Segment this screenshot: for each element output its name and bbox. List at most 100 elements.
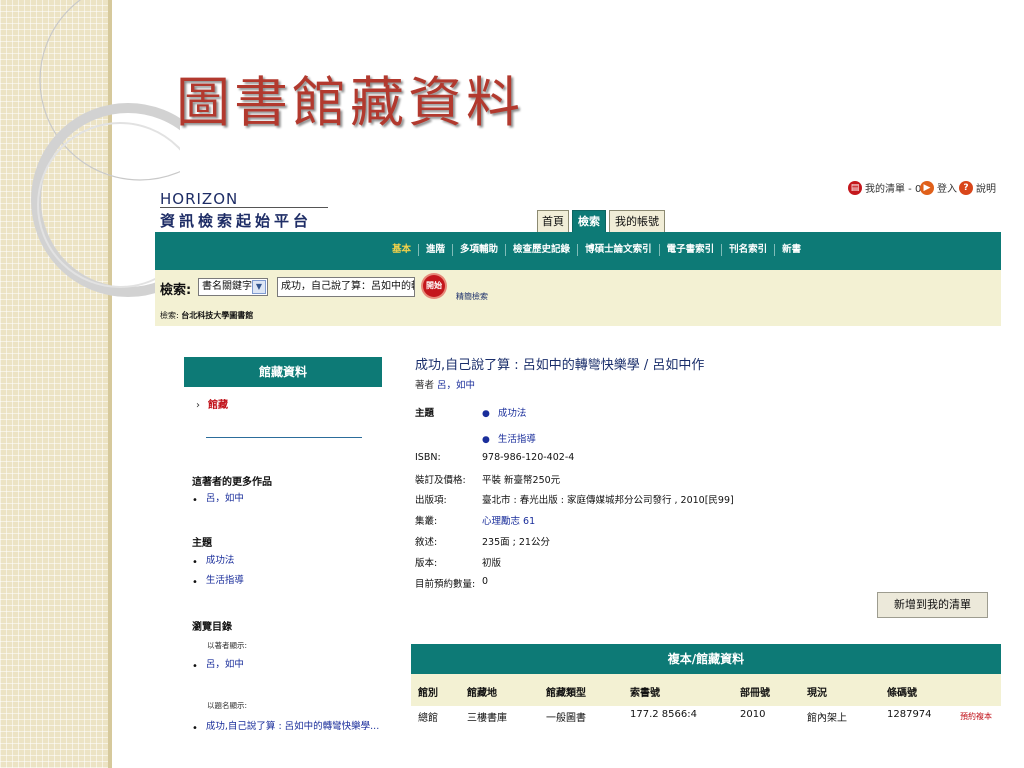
help-icon: ? <box>959 180 973 195</box>
by-title-note: 以題名顯示: <box>207 701 248 710</box>
add-to-my-list-button[interactable]: 新增到我的清單 <box>877 592 988 618</box>
bullet-icon: • <box>192 576 198 588</box>
library-scope-prefix: 檢索: <box>160 311 179 320</box>
search-field-select[interactable]: 書名關鍵字 ▼ <box>198 278 268 296</box>
tab-my-account[interactable]: 我的帳號 <box>609 210 665 232</box>
isbn-label: ISBN: <box>415 452 441 463</box>
nav-search-history[interactable]: 檢查歷史記錄 <box>505 244 577 256</box>
simple-search-link[interactable]: 精簡檢索 <box>456 291 488 302</box>
edition-value: 初版 <box>482 558 502 569</box>
go-button[interactable]: 開始 <box>423 275 445 297</box>
nav-advanced[interactable]: 進階 <box>418 244 452 256</box>
cell-volume: 2010 <box>740 709 766 720</box>
logo-underline <box>160 207 328 208</box>
subject-label-1: 成功法 <box>205 555 235 566</box>
series-link[interactable]: 心理勵志 61 <box>482 513 535 527</box>
search-field-value: 書名關鍵字 <box>202 281 252 292</box>
edition-label: 版本: <box>415 558 438 569</box>
login-link[interactable]: ▶ 登入 <box>920 180 957 195</box>
col-status: 現況 <box>807 688 827 699</box>
bullet-icon: • <box>192 722 198 733</box>
tab-home[interactable]: 首頁 <box>537 210 569 232</box>
bullet-icon: ● <box>482 409 490 419</box>
browse-author-link[interactable]: • 呂，如中 <box>192 656 244 672</box>
record-author: 著者 呂，如中 <box>415 377 475 391</box>
holds-count-label: 目前預約數量: <box>415 579 476 590</box>
decor-circle-1 <box>39 0 180 181</box>
nav-multi-aid[interactable]: 多項輔助 <box>452 244 505 256</box>
by-author-note: 以著者顯示: <box>207 641 248 650</box>
nav-new-books[interactable]: 新書 <box>774 244 808 256</box>
publication-value: 臺北市 : 春光出版 : 家庭傳媒城邦分公司發行 , 2010[民99] <box>482 495 734 506</box>
slide-title: 圖書館藏資料 <box>176 71 524 134</box>
cell-type: 一般圖書 <box>546 713 586 724</box>
binding-price-label: 裝訂及價格: <box>415 475 466 486</box>
browse-title-link[interactable]: • 成功,自己說了算 : 呂如中的轉彎快樂學... <box>192 718 388 732</box>
cell-barcode: 1287974 <box>887 709 932 720</box>
series-label: 集叢: <box>415 516 438 527</box>
subject-heading: 主題 <box>192 538 212 549</box>
bullet-icon: • <box>192 494 198 506</box>
binding-price-value: 平裝 新臺幣250元 <box>482 475 561 486</box>
description-label: 敘述: <box>415 537 438 548</box>
library-scope: 檢索: 台北科技大學圖書館 <box>160 310 253 321</box>
subject-field-label: 主題 <box>415 408 435 419</box>
more-works-heading: 這著者的更多作品 <box>192 477 272 488</box>
nav-journal-index[interactable]: 刊名索引 <box>721 244 774 256</box>
help-link[interactable]: ? 說明 <box>959 180 996 195</box>
login-label: 登入 <box>937 184 957 195</box>
record-subject-link-2[interactable]: ● 生活指導 <box>482 431 536 445</box>
cell-branch: 總館 <box>418 713 438 724</box>
copies-table-title: 複本/館藏資料 <box>411 644 1001 674</box>
record-title: 成功,自己說了算 : 呂如中的轉彎快樂學 / 呂如中作 <box>415 358 705 373</box>
subject-link-2[interactable]: • 生活指導 <box>192 572 244 588</box>
reserve-copy-link[interactable]: 預約複本 <box>960 711 992 722</box>
holds-count-value: 0 <box>482 576 489 587</box>
description-value: 235面 ; 21公分 <box>482 537 550 548</box>
more-works-item[interactable]: • 呂，如中 <box>192 490 244 506</box>
browse-heading: 瀏覽目錄 <box>192 622 232 633</box>
library-name: 台北科技大學圖書館 <box>181 311 254 320</box>
col-volume: 部冊號 <box>740 688 770 699</box>
subject-link-1[interactable]: • 成功法 <box>192 552 235 568</box>
cell-call-number: 177.2 8566:4 <box>630 709 697 720</box>
panel-divider <box>206 437 362 438</box>
tab-search[interactable]: 檢索 <box>572 210 606 232</box>
nav-ebook-index[interactable]: 電子書索引 <box>658 244 722 256</box>
holdings-panel-title: 館藏資料 <box>184 357 382 387</box>
col-type: 館藏類型 <box>546 688 586 699</box>
nav-thesis-index[interactable]: 博碩士論文索引 <box>577 244 659 256</box>
logo-horizon: HORIZON <box>160 190 239 208</box>
table-row: 總館 三樓書庫 一般圖書 177.2 8566:4 2010 館內架上 1287… <box>411 706 1001 726</box>
nav-basic[interactable]: 基本 <box>385 244 418 256</box>
cell-status: 館內架上 <box>807 713 847 724</box>
copies-header-row: 館別 館藏地 館藏類型 索書號 部冊號 現況 條碼號 <box>411 674 1001 706</box>
record-author-label: 著者 <box>415 380 435 391</box>
my-list-link[interactable]: ▤ 我的清單 - 0 <box>848 180 921 195</box>
nav-links: 基本 進階 多項輔助 檢查歷史記錄 博碩士論文索引 電子書索引 刊名索引 新書 <box>385 244 808 256</box>
help-label: 說明 <box>976 184 996 195</box>
play-arrow-icon: ▶ <box>920 180 934 195</box>
record-subject-link-1[interactable]: ● 成功法 <box>482 405 526 419</box>
browse-title-label: 成功,自己說了算 : 呂如中的轉彎快樂學... <box>205 721 380 732</box>
browse-author-label: 呂，如中 <box>205 659 244 670</box>
my-list-label: 我的清單 - 0 <box>865 184 922 195</box>
isbn-value: 978-986-120-402-4 <box>482 452 575 463</box>
bullet-icon: ● <box>482 435 490 445</box>
col-branch: 館別 <box>418 688 438 699</box>
search-input[interactable]: 成功，自己說了算：呂如中的轉彎快樂學 <box>277 277 415 297</box>
bullet-icon: • <box>192 556 198 568</box>
list-icon: ▤ <box>848 180 862 195</box>
record-subject-2: 生活指導 <box>497 434 536 445</box>
decorative-circles <box>31 0 180 297</box>
col-location: 館藏地 <box>467 688 497 699</box>
subnav-holdings[interactable]: 館藏 <box>196 396 228 411</box>
record-subject-1: 成功法 <box>497 408 527 419</box>
logo-platform-name: 資訊檢索起始平台 <box>160 212 313 230</box>
col-barcode: 條碼號 <box>887 688 917 699</box>
nav-bar: 基本 進階 多項輔助 檢查歷史記錄 博碩士論文索引 電子書索引 刊名索引 新書 <box>155 232 1001 270</box>
record-author-link[interactable]: 呂，如中 <box>437 380 475 391</box>
search-label: 檢索: <box>160 283 192 298</box>
bullet-icon: • <box>192 660 198 672</box>
more-works-author: 呂，如中 <box>205 493 244 504</box>
